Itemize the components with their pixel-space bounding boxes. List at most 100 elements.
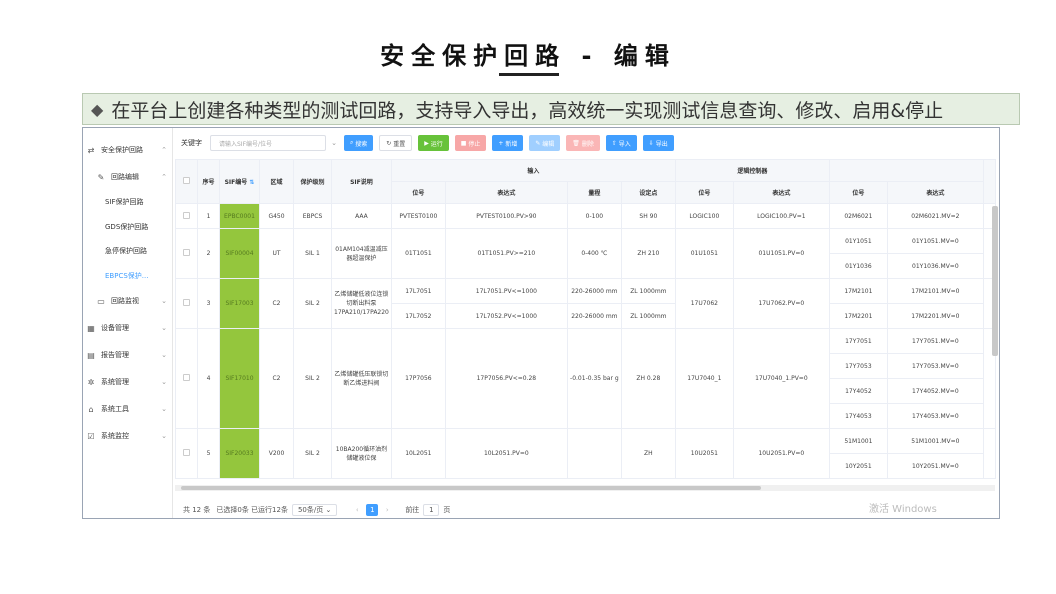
next-page-icon[interactable]: › [381,504,393,516]
table-row[interactable]: 3 SIF17003 C2 SIL 2 乙烯储罐低液位连锁切断出料泵17PA210/17… [175,278,996,329]
sidebar-item-safety-loop[interactable]: ⇄ 安全保护回路 ⌃ [83,139,173,161]
in-range: 0-100 [566,203,622,229]
toolbar: 关键字 请输入SIF编号/位号 ⌄ ⌕ 搜索 ↻ 重置 ▶ 运行 ■ 停止 + 新… [175,134,674,152]
row-checkbox[interactable] [175,428,198,479]
col-desc: SIF说明 [331,159,392,204]
sidebar-item-ebpcs[interactable]: EBPCS保护... [83,265,173,287]
delete-button[interactable]: 🗑 删除 [566,135,600,151]
sidebar-item-loop-edit[interactable]: ✎ 回路编辑 ⌃ [83,166,173,188]
sidebar-item-sif[interactable]: SIF保护回路 [83,191,173,213]
col-level: 保护级别 [293,159,332,204]
row-desc: 乙烯储罐低液位连锁切断出料泵17PA210/17PA220 [331,278,392,329]
table-row[interactable]: 2 SIF00004 UT SIL 1 01AM104减温减压器超温保护 01T1051 0… [175,228,996,279]
in-setpoint: ZH [620,428,676,479]
diamond-icon: ◆ [91,99,104,119]
row-checkbox[interactable] [175,278,198,329]
out-expr: 01Y1036.MV=0 [886,253,984,279]
row-desc: 乙烯储罐低压联锁切断乙烯进料阀 [331,328,392,429]
out-tag: 02M6021 [828,203,888,229]
in-range: 0-400 ℃ [566,228,622,279]
edit-button[interactable]: ✎ 编辑 [529,135,561,151]
row-area: C2 [259,328,294,429]
lc-expr: 01U1051.PV=0 [732,228,830,279]
lc-tag: 01U1051 [674,228,734,279]
col-seq: 序号 [197,159,220,204]
in-expr: 01T1051.PV>=210 [444,228,568,279]
in-tag: 01T1051 [390,228,446,279]
lc-expr: LOGIC100.PV=1 [732,203,830,229]
page-current[interactable]: 1 [366,504,379,516]
chevron-down-icon: ⌄ [161,405,167,413]
prev-page-icon[interactable]: ‹ [351,504,363,516]
sidebar-item-sysmgmt[interactable]: ✲ 系统管理 ⌄ [83,371,173,393]
sif-table: 序号 SIF编号 ⇅ 区域 保护级别 SIF说明 输入 逻辑控制器 位号 表达式… [175,159,996,479]
row-seq: 2 [197,228,220,279]
in-expr: 10L2051.PV=0 [444,428,568,479]
out-tag: 17Y7051 [828,328,888,354]
in-setpoint: SH 90 [620,203,676,229]
row-level: SIL 2 [293,428,332,479]
tool-icon: ⌂ [88,404,94,414]
app-screenshot: ⇄ 安全保护回路 ⌃ ✎ 回路编辑 ⌃ SIF保护回路 GDS保护回路 急停保护回路 E… [82,127,1000,519]
lc-tag: 17U7062 [674,278,734,329]
in-tag: 17L7052 [390,303,446,329]
monitor-icon: ▭ [97,296,105,306]
row-seq: 4 [197,328,220,429]
select-all-checkbox[interactable] [175,159,198,204]
import-button[interactable]: ⇧ 导入 [605,135,637,151]
goto-input[interactable]: 1 [423,504,440,516]
table-row[interactable]: 1 EPBC0001 G450 EBPCS AAA PVTEST0100 PVTEST010… [175,203,996,229]
keyword-label: 关键字 [181,139,202,147]
sidebar-item-loop-monitor[interactable]: ▭ 回路监视 ⌄ [83,290,173,312]
stop-button[interactable]: ■ 停止 [454,135,487,151]
horizontal-scrollbar[interactable] [175,485,995,491]
sidebar-item-systool[interactable]: ⌂ 系统工具 ⌄ [83,398,173,420]
chevron-down-icon: ⌄ [161,378,167,386]
col-group-logic: 逻辑控制器 [674,159,830,182]
out-tag: 17Y7053 [828,353,888,379]
sidebar-item-sysmonitor[interactable]: ☑ 系统监控 ⌄ [83,425,173,447]
in-expr: 17L7052.PV<=1000 [444,303,568,329]
out-expr: 17Y4053.MV=0 [886,403,984,429]
table-row[interactable]: 4 SIF17010 C2 SIL 2 乙烯储罐低压联锁切断乙烯进料阀 17P7056 17… [175,328,996,429]
row-checkbox[interactable] [175,203,198,229]
feature-banner: ◆ 在平台上创建各种类型的测试回路，支持导入导出，高效统一实现测试信息查询、修改、… [82,93,1020,125]
in-range: 220-26000 mm [566,303,622,329]
add-button[interactable]: + 新增 [492,135,524,151]
title-underline [499,73,559,76]
row-sif-no: EPBC0001 [219,203,260,229]
sidebar-item-esd[interactable]: 急停保护回路 [83,240,173,262]
col-sif-no[interactable]: SIF编号 ⇅ [219,159,260,204]
vertical-scrollbar[interactable] [992,206,998,356]
row-checkbox[interactable] [175,228,198,279]
export-button[interactable]: ⇩ 导出 [642,135,674,151]
row-area: UT [259,228,294,279]
out-tag: 17Y4052 [828,378,888,404]
col-out-expr: 表达式 [886,181,984,204]
sort-icon[interactable]: ⇅ [249,179,254,186]
chevron-down-icon: ⌄ [161,432,167,440]
table-row[interactable]: 5 SIF20033 V200 SIL 2 10BA200循环油剂储罐液位保 10L205… [175,428,996,479]
slide-title: 安全保护回路 - 编辑 [380,42,676,70]
out-tag: 01Y1036 [828,253,888,279]
page-size-select[interactable]: 50条/页 ⌄ [291,504,338,516]
reset-button[interactable]: ↻ 重置 [379,135,413,151]
selected-count: 已选择0条 已运行12条 [216,506,288,514]
scroll-thumb[interactable] [181,486,761,490]
sidebar-item-report[interactable]: ▤ 报告管理 ⌄ [83,344,173,366]
row-desc: 10BA200循环油剂储罐液位保 [331,428,392,479]
search-input[interactable]: 请输入SIF编号/位号 ⌄ [210,135,337,151]
out-expr: 51M1001.MV=0 [886,428,984,454]
row-level: SIL 2 [293,278,332,329]
row-desc: AAA [331,203,392,229]
run-button[interactable]: ▶ 运行 [418,135,449,151]
out-expr: 17Y7051.MV=0 [886,328,984,354]
row-checkbox[interactable] [175,328,198,429]
row-desc: 01AM104减温减压器超温保护 [331,228,392,279]
sidebar-item-gds[interactable]: GDS保护回路 [83,216,173,238]
sidebar-item-device[interactable]: ▦ 设备管理 ⌄ [83,317,173,339]
table-cell [982,428,996,479]
search-button[interactable]: ⌕ 搜索 [344,135,374,151]
out-tag: 01Y1051 [828,228,888,254]
out-expr: 01Y1051.MV=0 [886,228,984,254]
